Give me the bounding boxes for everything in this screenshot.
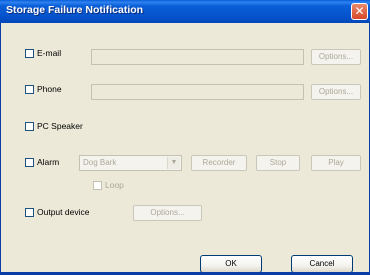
loop-checkbox[interactable] <box>93 181 102 190</box>
recorder-button[interactable]: Recorder <box>191 155 247 171</box>
ok-button[interactable]: OK <box>200 255 262 273</box>
email-options-button[interactable]: Options... <box>311 49 361 65</box>
stop-button[interactable]: Stop <box>256 155 300 171</box>
phone-checkbox[interactable] <box>25 85 34 94</box>
title-bar[interactable]: Storage Failure Notification ✕ <box>0 0 370 23</box>
cancel-button[interactable]: Cancel <box>291 255 353 273</box>
notification-dialog: Storage Failure Notification ✕ E-mail Op… <box>0 0 370 275</box>
window-title: Storage Failure Notification <box>6 4 144 16</box>
email-checkbox[interactable] <box>25 49 34 58</box>
output-device-label: Output device <box>37 207 90 217</box>
play-button[interactable]: Play <box>311 155 361 171</box>
alarm-sound-value: Dog Bark <box>83 158 117 167</box>
close-icon: ✕ <box>354 4 365 18</box>
alarm-label: Alarm <box>37 157 60 167</box>
pc-speaker-checkbox[interactable] <box>25 122 34 131</box>
phone-options-button[interactable]: Options... <box>311 84 361 100</box>
output-device-checkbox[interactable] <box>25 208 34 217</box>
close-button[interactable]: ✕ <box>351 3 368 20</box>
output-device-options-button[interactable]: Options... <box>133 205 202 221</box>
loop-label: Loop <box>105 180 124 190</box>
alarm-checkbox[interactable] <box>25 158 34 167</box>
alarm-sound-select[interactable]: Dog Bark ▼ <box>79 155 182 171</box>
pc-speaker-label: PC Speaker <box>37 121 83 131</box>
phone-field[interactable] <box>91 84 304 100</box>
phone-label: Phone <box>37 84 62 94</box>
dialog-body: E-mail Options... Phone Options... PC Sp… <box>0 23 370 275</box>
chevron-down-icon[interactable]: ▼ <box>167 157 180 169</box>
email-field[interactable] <box>91 49 304 65</box>
email-label: E-mail <box>37 48 62 58</box>
